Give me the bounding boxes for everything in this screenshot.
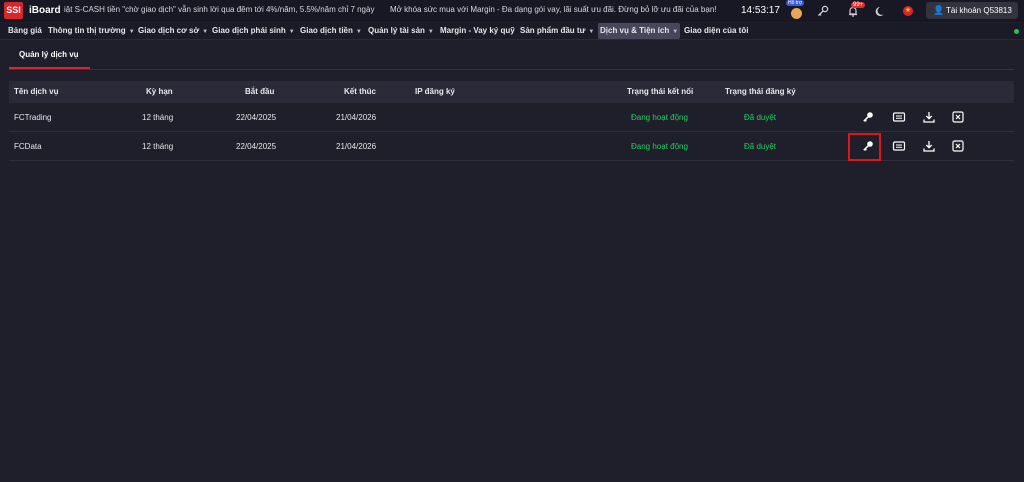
table-row: FCTrading 12 tháng 22/04/2025 21/04/2026… bbox=[9, 103, 1014, 132]
column-header: Tên dịch vụ bbox=[14, 87, 59, 96]
clock: 14:53:17 bbox=[741, 5, 780, 16]
menu-san-pham-dau-tu[interactable]: Sản phẩm đầu tư ▼ bbox=[518, 23, 596, 39]
table-header: Tên dịch vụ Kỳ hạn Bắt đầu Kết thúc IP đ… bbox=[9, 81, 1014, 103]
menu-label: Sản phẩm đầu tư bbox=[520, 26, 586, 35]
chevron-down-icon: ▼ bbox=[288, 29, 295, 35]
vietnam-flag-icon[interactable]: ★ bbox=[903, 6, 913, 16]
term: 12 tháng bbox=[142, 142, 174, 151]
menu-quan-ly-tai-san[interactable]: Quản lý tài sản ▼ bbox=[366, 23, 436, 39]
column-header: Trạng thái kết nối bbox=[627, 87, 694, 96]
service-name: FCData bbox=[14, 142, 42, 151]
connection-status-dot bbox=[1014, 29, 1019, 34]
registration-status: Đã duyệt bbox=[744, 142, 777, 151]
dark-mode-icon[interactable] bbox=[874, 4, 888, 18]
service-name: FCTrading bbox=[14, 113, 52, 122]
account-label: Tài khoản Q53813 bbox=[946, 6, 1012, 15]
menu-label: Giao dịch phái sinh bbox=[212, 26, 286, 35]
menu-label: Quản lý tài sản bbox=[368, 26, 425, 35]
column-header: Kết thúc bbox=[344, 87, 376, 96]
close-box-icon[interactable] bbox=[951, 110, 965, 124]
end-date: 21/04/2026 bbox=[336, 113, 377, 122]
chevron-down-icon: ▼ bbox=[588, 29, 595, 35]
column-header: Trạng thái đăng ký bbox=[725, 87, 796, 96]
tab-quan-ly-dich-vu[interactable]: Quản lý dịch vụ bbox=[19, 50, 79, 59]
account-button[interactable]: 👤 Tài khoản Q53813 bbox=[926, 2, 1018, 19]
mascot-icon bbox=[791, 8, 802, 19]
key-icon[interactable] bbox=[861, 110, 875, 124]
chevron-down-icon: ▼ bbox=[427, 29, 434, 35]
key-icon[interactable] bbox=[816, 4, 830, 18]
chevron-down-icon: ▼ bbox=[128, 29, 135, 35]
registration-status: Đã duyệt bbox=[744, 113, 777, 122]
connection-status: Đang hoạt động bbox=[631, 113, 688, 122]
news-ticker-item[interactable]: Mở khóa sức mua với Margin - Đa dạng gói… bbox=[390, 5, 717, 14]
ssi-logo[interactable]: SSI bbox=[4, 2, 23, 19]
download-icon[interactable] bbox=[922, 139, 936, 153]
menu-thong-tin-thi-truong[interactable]: Thông tin thị trường ▼ bbox=[46, 23, 137, 39]
menu-bang-gia[interactable]: Bảng giá bbox=[6, 23, 44, 39]
menu-giao-dich-tien[interactable]: Giao dịch tiền ▼ bbox=[298, 23, 364, 39]
menu-giao-dien-cua-toi[interactable]: Giao diện của tôi bbox=[682, 23, 750, 39]
column-header: IP đăng ký bbox=[415, 87, 455, 96]
menu-margin[interactable]: Margin - Vay ký quỹ bbox=[438, 23, 517, 39]
menu-label: Dịch vụ & Tiện ích bbox=[600, 26, 670, 35]
menu-giao-dich-phai-sinh[interactable]: Giao dịch phái sinh ▼ bbox=[210, 23, 297, 39]
app-name: iBoard bbox=[29, 5, 61, 16]
chevron-down-icon: ▼ bbox=[355, 29, 362, 35]
user-icon: 👤 bbox=[933, 5, 945, 15]
notification-badge: 99+ bbox=[851, 2, 866, 8]
chevron-down-icon: ▼ bbox=[672, 29, 679, 35]
tab-divider bbox=[9, 69, 1014, 70]
menu-label: Margin - Vay ký quỹ bbox=[440, 26, 515, 35]
download-icon[interactable] bbox=[922, 110, 936, 124]
chevron-down-icon: ▼ bbox=[202, 29, 209, 35]
column-header: Kỳ hạn bbox=[146, 87, 173, 96]
help-badge: Hỗ trợ bbox=[786, 0, 805, 6]
term: 12 tháng bbox=[142, 113, 174, 122]
card-icon[interactable] bbox=[892, 139, 906, 153]
end-date: 21/04/2026 bbox=[336, 142, 377, 151]
highlight-box bbox=[848, 133, 881, 161]
menu-giao-dich-co-so[interactable]: Giao dịch cơ sở ▼ bbox=[136, 23, 210, 39]
menu-label: Thông tin thị trường bbox=[48, 26, 126, 35]
top-bar: SSI iBoard iật S-CASH tiền "chờ giao dịc… bbox=[0, 0, 1024, 22]
menu-label: Giao diện của tôi bbox=[684, 26, 749, 35]
menu-dich-vu-tien-ich[interactable]: Dịch vụ & Tiện ích ▼ bbox=[598, 23, 681, 39]
menu-label: Bảng giá bbox=[8, 26, 42, 35]
connection-status: Đang hoạt động bbox=[631, 142, 688, 151]
card-icon[interactable] bbox=[892, 110, 906, 124]
news-ticker-item[interactable]: iật S-CASH tiền "chờ giao dịch" vẫn sinh… bbox=[64, 5, 374, 14]
close-box-icon[interactable] bbox=[951, 139, 965, 153]
main-menu: Bảng giá Thông tin thị trường ▼ Giao dịch… bbox=[0, 23, 1024, 40]
start-date: 22/04/2025 bbox=[236, 142, 277, 151]
column-header: Bắt đầu bbox=[245, 87, 275, 96]
menu-label: Giao dịch cơ sở bbox=[138, 26, 200, 35]
help-button[interactable]: Hỗ trợ bbox=[786, 0, 806, 20]
start-date: 22/04/2025 bbox=[236, 113, 277, 122]
menu-label: Giao dịch tiền bbox=[300, 26, 353, 35]
